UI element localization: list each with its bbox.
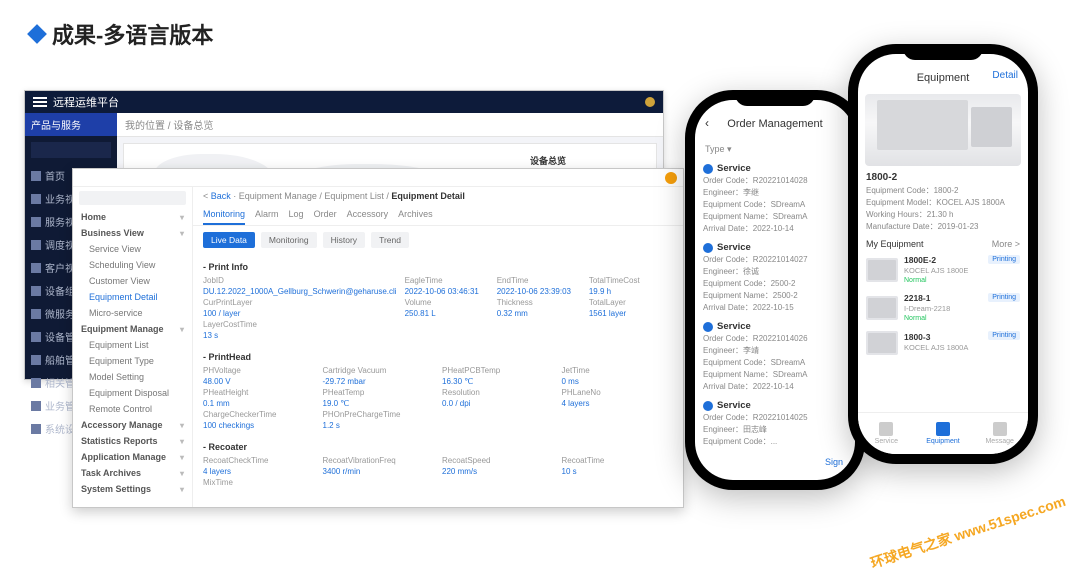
service-card[interactable]: ServiceOrder Code：R20221014025Engineer：田…: [703, 400, 847, 447]
sidebar-item[interactable]: Micro-service: [73, 305, 192, 321]
hamburger-icon[interactable]: [33, 97, 47, 107]
tab-log[interactable]: Log: [289, 205, 304, 225]
phone-equipment: Equipment Detail 1800-2 Equipment Code：1…: [848, 44, 1038, 464]
more-link[interactable]: More >: [992, 239, 1020, 249]
subtabs-en: Live Data Monitoring History Trend: [193, 226, 683, 254]
equipment-image: [865, 94, 1021, 166]
tabbar-equipment[interactable]: Equipment: [915, 413, 972, 454]
sidebar-item[interactable]: Application Manage▾: [73, 449, 192, 465]
sidebar-item[interactable]: Statistics Reports▾: [73, 433, 192, 449]
sidebar-tab[interactable]: 产品与服务: [25, 113, 117, 136]
sidebar-item[interactable]: Scheduling View: [73, 257, 192, 273]
sidebar-search[interactable]: [31, 142, 111, 158]
equipment-thumb: [866, 331, 898, 355]
tab-bar: ServiceEquipmentMessage: [858, 412, 1028, 454]
tab-archives[interactable]: Archives: [398, 205, 433, 225]
sidebar-item[interactable]: Equipment Disposal: [73, 385, 192, 401]
sign-link[interactable]: Sign: [703, 455, 847, 469]
sidebar-item[interactable]: Business View▾: [73, 225, 192, 241]
watermark: 环球电气之家 www.51spec.com: [868, 491, 1068, 573]
sidebar-item[interactable]: System Settings▾: [73, 481, 192, 497]
equipment-specs: Equipment Code：1800-2Equipment Model：KOC…: [858, 185, 1028, 233]
service-icon: [703, 164, 713, 174]
tabbar-message[interactable]: Message: [971, 413, 1028, 454]
btn-live-data[interactable]: Live Data: [203, 232, 255, 248]
service-card[interactable]: ServiceOrder Code：R20221014028Engineer：李…: [703, 163, 847, 234]
phone-title: Order Management: [727, 118, 822, 130]
diamond-icon: [27, 24, 47, 44]
title-text: 成果-多语言版本: [52, 18, 213, 50]
sidebar-item[interactable]: Equipment Detail: [73, 289, 192, 305]
status-badge: Printing: [988, 293, 1020, 302]
equipment-thumb: [866, 258, 898, 282]
avatar-icon[interactable]: [665, 172, 677, 184]
my-equipment-header: My Equipment More >: [858, 233, 1028, 251]
equipment-thumb: [866, 296, 898, 320]
type-filter[interactable]: Type ▾: [703, 140, 847, 159]
sidebar-en: Home▾Business View▾Service ViewSchedulin…: [73, 169, 193, 507]
sidebar-item[interactable]: Remote Control: [73, 401, 192, 417]
equipment-row[interactable]: 2218-1I-Dream-2218NormalPrinting: [858, 289, 1028, 327]
detail-link[interactable]: Detail: [992, 70, 1018, 81]
tabbar-service[interactable]: Service: [858, 413, 915, 454]
service-card[interactable]: ServiceOrder Code：R20221014027Engineer：徐…: [703, 242, 847, 313]
section-printhead: - PrintHead: [203, 352, 673, 362]
sidebar-item[interactable]: Accessory Manage▾: [73, 417, 192, 433]
breadcrumb-en: < Back · Equipment Manage / Equipment Li…: [193, 187, 683, 205]
back-icon[interactable]: ‹: [705, 116, 709, 130]
slide-title: 成果-多语言版本: [30, 18, 213, 50]
btn-monitoring[interactable]: Monitoring: [261, 232, 317, 248]
sidebar-item[interactable]: Customer View: [73, 273, 192, 289]
tabs-en: Monitoring Alarm Log Order Accessory Archives: [193, 205, 683, 226]
window-header: 远程运维平台: [25, 91, 663, 113]
sidebar-item[interactable]: Task Archives▾: [73, 465, 192, 481]
equipment-row[interactable]: 1800-3KOCEL AJS 1800APrinting: [858, 327, 1028, 359]
section-recoater: - Recoater: [203, 442, 673, 452]
sidebar-item[interactable]: Equipment Type: [73, 353, 192, 369]
equipment-row[interactable]: 1800E-2KOCEL AJS 1800ENormalPrinting: [858, 251, 1028, 289]
btn-history[interactable]: History: [323, 232, 365, 248]
phone-order-management: ‹ Order Management Type ▾ ServiceOrder C…: [685, 90, 865, 490]
service-icon: [703, 401, 713, 411]
tab-order[interactable]: Order: [314, 205, 337, 225]
service-card[interactable]: ServiceOrder Code：R20221014026Engineer：李…: [703, 321, 847, 392]
equipment-name: 1800-2: [858, 170, 1028, 185]
app-title: 远程运维平台: [53, 94, 119, 110]
sidebar-search-en[interactable]: [79, 191, 186, 205]
status-badge: Printing: [988, 331, 1020, 340]
sidebar-item[interactable]: Service View: [73, 241, 192, 257]
btn-trend[interactable]: Trend: [371, 232, 409, 248]
sidebar-item[interactable]: Model Setting: [73, 369, 192, 385]
section-print-info: - Print Info: [203, 262, 673, 272]
status-badge: Printing: [988, 255, 1020, 264]
breadcrumb: 我的位置 / 设备总览: [117, 113, 663, 137]
service-icon: [703, 243, 713, 253]
sidebar-item[interactable]: Equipment Manage▾: [73, 321, 192, 337]
tab-monitoring[interactable]: Monitoring: [203, 205, 245, 225]
sidebar-item[interactable]: Equipment List: [73, 337, 192, 353]
window-header-2: [73, 169, 683, 187]
tab-alarm[interactable]: Alarm: [255, 205, 279, 225]
sidebar-item[interactable]: Home▾: [73, 209, 192, 225]
tab-accessory[interactable]: Accessory: [347, 205, 389, 225]
service-icon: [703, 322, 713, 332]
desktop-window-en: Home▾Business View▾Service ViewSchedulin…: [72, 168, 684, 508]
avatar-icon[interactable]: [645, 97, 655, 107]
phone-title-2: Equipment: [917, 72, 970, 84]
